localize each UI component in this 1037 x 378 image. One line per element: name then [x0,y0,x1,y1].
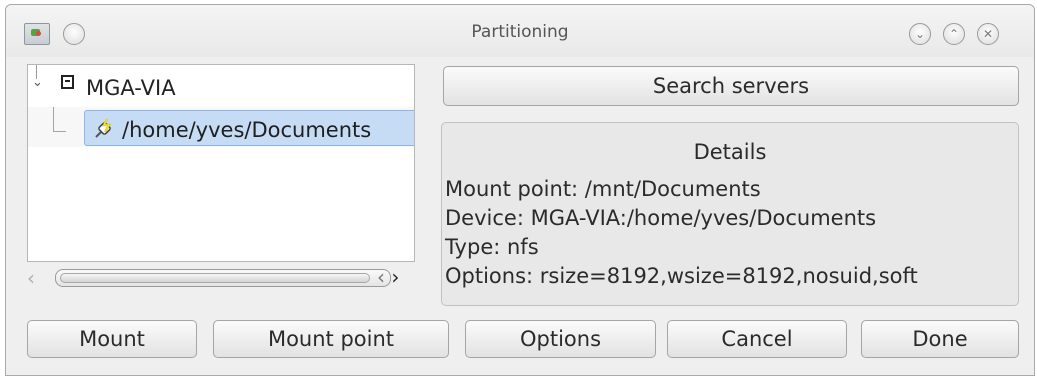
scroll-arrows[interactable]: ‹ › [377,265,399,289]
detail-device: Device: MGA-VIA:/home/yves/Documents [445,206,877,230]
detail-type: Type: nfs [445,235,539,259]
tree-root-label: MGA-VIA [86,76,176,100]
details-panel: Details Mount point: /mnt/Documents Devi… [441,122,1019,306]
cancel-button[interactable]: Cancel [667,320,847,358]
maximize-icon: ⌃ [948,27,960,41]
maximize-button[interactable]: ⌃ [943,23,965,45]
details-title: Details [693,140,767,164]
close-icon: ✕ [982,27,994,41]
network-share-plug-icon [95,118,111,138]
close-button[interactable]: ✕ [977,23,999,45]
done-button[interactable]: Done [861,320,1019,358]
tree-horizontal-scrollbar[interactable]: ‹ ‹ › [27,264,415,292]
title-bar[interactable]: Partitioning ⌄ ⌃ ✕ [6,5,1034,57]
tree-item-label: /home/yves/Documents [122,118,372,142]
details-lines: Mount point: /mnt/Documents Device: MGA-… [445,175,918,291]
scrollbar-track[interactable] [55,269,391,287]
detail-mount-point: Mount point: /mnt/Documents [445,177,761,201]
mount-button[interactable]: Mount [27,320,197,358]
tree-root[interactable]: MGA-VIA [28,71,414,101]
minimize-icon: ⌄ [914,27,926,41]
mount-point-button[interactable]: Mount point [213,320,449,358]
detail-options: Options: rsize=8192,wsize=8192,nosuid,so… [445,264,918,288]
scrollbar-thumb[interactable] [60,273,370,283]
search-servers-button[interactable]: Search servers [443,66,1019,106]
window-title: Partitioning [471,22,569,42]
scroll-right-arrow-icon[interactable]: › [391,265,399,289]
server-tree[interactable]: ⌄ MGA-VIA /home/yves/Documents [27,64,415,262]
tree-connector-line [53,107,66,132]
options-button[interactable]: Options [465,320,656,358]
scroll-left-arrow-icon[interactable]: ‹ [27,266,35,290]
minimize-button[interactable]: ⌄ [909,23,931,45]
